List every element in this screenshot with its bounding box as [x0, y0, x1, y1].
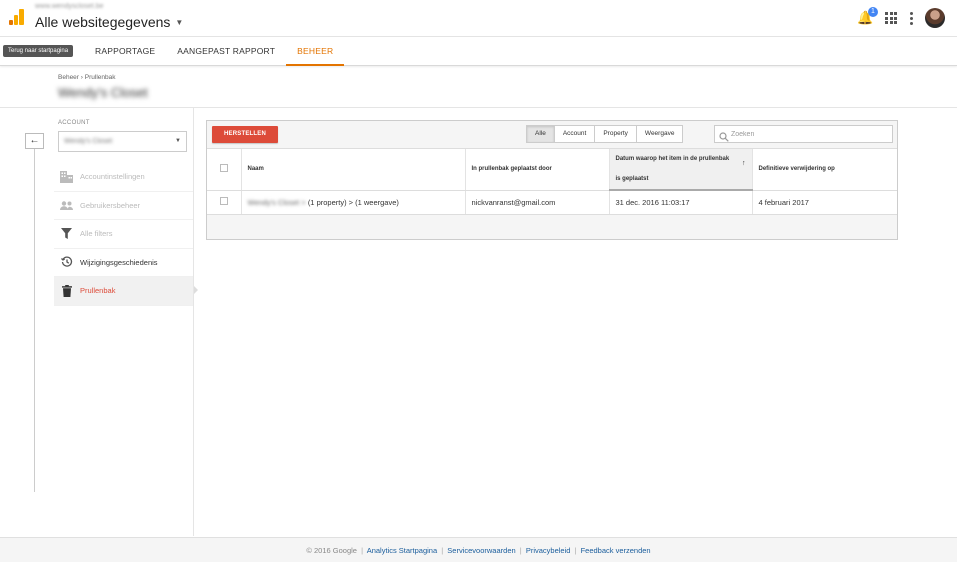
divider	[193, 108, 194, 536]
tab-rapportage[interactable]: RAPPORTAGE	[84, 37, 166, 66]
breadcrumb-current: Prullenbak	[84, 74, 116, 81]
account-select[interactable]: Wendy's Closet ▼	[58, 131, 187, 152]
select-all-checkbox[interactable]	[219, 164, 228, 173]
sidebar-item-accountinstellingen[interactable]: Accountinstellingen	[54, 163, 194, 192]
trashed-by-cell: nickvanranst@gmail.com	[465, 190, 610, 215]
breadcrumb-root[interactable]: Beheer	[58, 74, 79, 81]
account-label: ACCOUNT	[58, 120, 90, 126]
collapse-back-button[interactable]: ←	[25, 133, 44, 149]
trash-toolbar: HERSTELLEN Alle Account Property Weergav…	[207, 121, 897, 149]
account-selected-value: Wendy's Closet	[64, 138, 113, 145]
table-row: Wendy's Closet > (1 property) > (1 weerg…	[207, 190, 897, 215]
more-vert-icon[interactable]	[909, 11, 913, 25]
sidebar-item-label: Prullenbak	[80, 286, 116, 296]
trash-panel: HERSTELLEN Alle Account Property Weergav…	[206, 120, 898, 240]
restore-button[interactable]: HERSTELLEN	[212, 126, 278, 143]
column-header-trashed-on-line2: is geplaatst	[615, 176, 649, 182]
select-all-cell	[207, 149, 242, 191]
footer-link-feedback[interactable]: Feedback verzenden	[581, 546, 651, 555]
trashed-on-cell: 31 dec. 2016 11:03:17	[609, 190, 753, 215]
name-path: (1 property) > (1 weergave)	[307, 197, 399, 207]
footer-link-privacy[interactable]: Privacybeleid	[526, 546, 571, 555]
view-title: Alle websitegegevens	[35, 14, 171, 30]
top-bar: www.wendyscloset.be Alle websitegegevens…	[0, 0, 957, 37]
column-header-trashed-on[interactable]: Datum waarop het item in de prullenbak i…	[609, 149, 753, 191]
building-icon	[60, 170, 73, 183]
sort-up-icon: ↑	[742, 160, 746, 167]
type-filter-group: Alle Account Property Weergave	[526, 125, 684, 143]
arrow-left-icon: ←	[29, 135, 40, 146]
search-box	[714, 125, 893, 143]
sidebar-item-prullenbak[interactable]: Prullenbak	[54, 277, 194, 306]
people-icon	[60, 199, 73, 212]
nav-bar: Terug naar startpagina RAPPORTAGE AANGEP…	[0, 37, 957, 66]
filter-account[interactable]: Account	[555, 126, 596, 142]
back-to-home-button[interactable]: Terug naar startpagina	[3, 45, 74, 57]
name-arrow: >	[301, 197, 306, 207]
row-checkbox[interactable]	[219, 197, 228, 205]
sidebar: Accountinstellingen Gebruikersbeheer All…	[54, 163, 194, 306]
tab-aangepast-rapport[interactable]: AANGEPAST RAPPORT	[166, 37, 286, 66]
footer: © 2016 Google | Analytics Startpagina | …	[0, 537, 957, 562]
account-name: Wendy's Closet	[247, 197, 300, 207]
sidebar-item-label: Alle filters	[80, 229, 113, 239]
column-header-name[interactable]: Naam	[241, 149, 466, 191]
breadcrumb-separator: ›	[80, 74, 83, 81]
column-header-deletion[interactable]: Definitieve verwijdering op	[752, 149, 897, 191]
notifications-button[interactable]: 🔔 1	[857, 7, 878, 27]
notification-badge: 1	[868, 7, 878, 17]
trash-table: Naam In prullenbak geplaatst door Datum …	[207, 149, 897, 215]
filter-icon	[60, 227, 73, 240]
divider	[0, 107, 957, 108]
copyright: © 2016 Google	[306, 546, 357, 555]
page-title: Wendy's Closet	[58, 85, 148, 100]
sidebar-item-gebruikersbeheer[interactable]: Gebruikersbeheer	[54, 192, 194, 220]
footer-link-analytics-home[interactable]: Analytics Startpagina	[367, 546, 437, 555]
caret-down-icon: ▼	[175, 17, 184, 27]
breadcrumb: Beheer › Prullenbak	[58, 74, 115, 81]
column-header-trashed-by[interactable]: In prullenbak geplaatst door	[465, 149, 610, 191]
view-selector[interactable]: Alle websitegegevens ▼	[35, 14, 183, 30]
avatar[interactable]	[925, 8, 945, 28]
analytics-logo-icon[interactable]	[9, 9, 25, 25]
table-header-row: Naam In prullenbak geplaatst door Datum …	[207, 149, 897, 191]
sidebar-item-label: Gebruikersbeheer	[80, 200, 141, 210]
filter-alle[interactable]: Alle	[527, 126, 555, 142]
name-cell: Wendy's Closet > (1 property) > (1 weerg…	[241, 190, 466, 215]
filter-property[interactable]: Property	[595, 126, 637, 142]
history-icon	[60, 256, 73, 269]
deletion-date-cell: 4 februari 2017	[752, 190, 897, 215]
search-icon	[719, 129, 729, 142]
column-header-trashed-on-line1: Datum waarop het item in de prullenbak	[615, 156, 730, 162]
sidebar-item-label: Wijzigingsgeschiedenis	[80, 257, 158, 267]
sidebar-item-alle-filters[interactable]: Alle filters	[54, 220, 194, 249]
apps-grid-icon[interactable]	[885, 12, 897, 24]
filter-weergave[interactable]: Weergave	[637, 126, 683, 142]
search-input[interactable]	[731, 127, 889, 141]
sidebar-item-label: Accountinstellingen	[80, 172, 145, 182]
footer-link-terms[interactable]: Servicevoorwaarden	[447, 546, 515, 555]
caret-down-icon: ▼	[175, 138, 181, 144]
row-select-cell	[207, 190, 242, 215]
main-tabs: RAPPORTAGE AANGEPAST RAPPORT BEHEER	[84, 37, 345, 66]
tab-beheer[interactable]: BEHEER	[286, 37, 345, 66]
divider	[34, 140, 35, 492]
active-indicator	[194, 286, 198, 294]
sidebar-item-wijzigingsgeschiedenis[interactable]: Wijzigingsgeschiedenis	[54, 249, 194, 277]
trash-icon	[60, 284, 73, 297]
property-url: www.wendyscloset.be	[35, 3, 104, 10]
